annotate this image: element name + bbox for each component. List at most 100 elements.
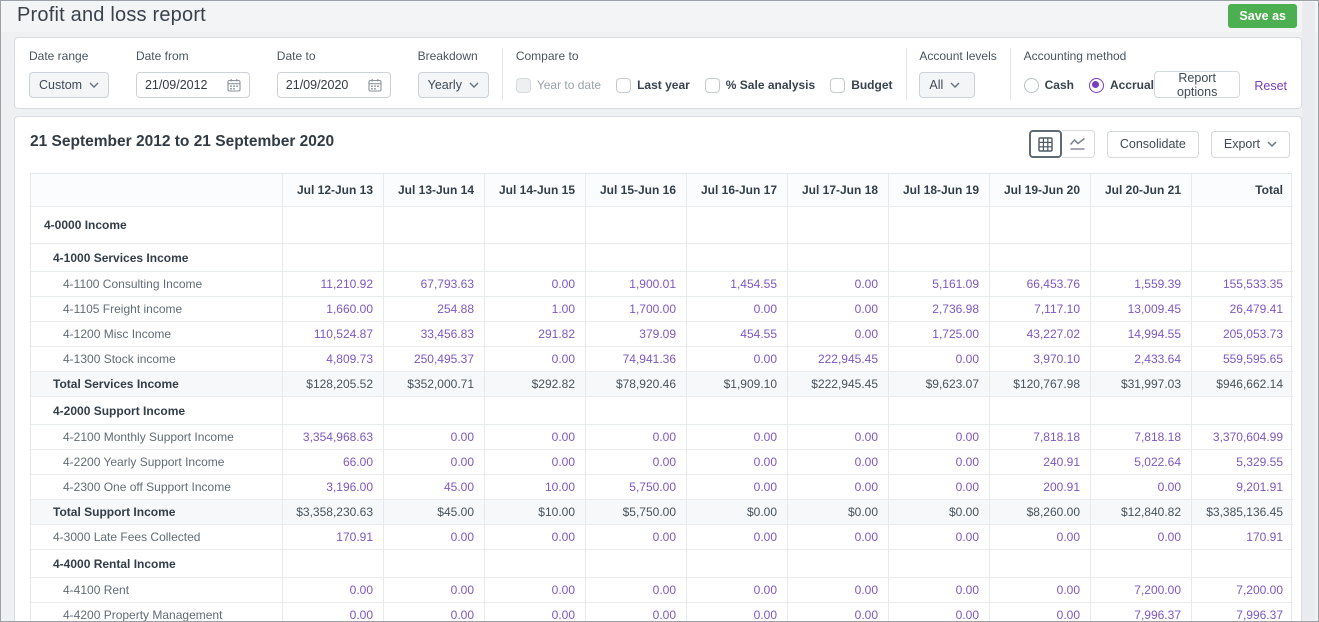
cell-value[interactable]: 170.91 (1192, 525, 1293, 550)
cell-value[interactable]: 0.00 (687, 450, 788, 475)
cell-value[interactable]: 67,793.63 (384, 272, 485, 297)
cell-value[interactable]: 0.00 (586, 578, 687, 603)
cell-value[interactable]: 5,329.55 (1192, 450, 1293, 475)
cell-value[interactable]: 5,750.00 (586, 475, 687, 500)
cell-value[interactable]: 379.09 (586, 322, 687, 347)
cell-value[interactable]: 0.00 (586, 450, 687, 475)
account-levels-select[interactable]: All (919, 72, 976, 98)
cell-value[interactable]: 0.00 (788, 322, 889, 347)
cell-value[interactable]: 13,009.45 (1091, 297, 1192, 322)
checkbox-sale-analysis[interactable]: % Sale analysis (704, 77, 815, 93)
cell-value[interactable]: 291.82 (485, 322, 586, 347)
cell-value[interactable]: 7,818.18 (990, 425, 1091, 450)
cell-value[interactable]: 0.00 (889, 425, 990, 450)
date-range-select[interactable]: Custom (29, 72, 110, 98)
cell-value[interactable]: 66,453.76 (990, 272, 1091, 297)
cell-value[interactable]: 0.00 (788, 475, 889, 500)
cell-value[interactable]: 0.00 (990, 578, 1091, 603)
cell-value[interactable]: 0.00 (889, 525, 990, 550)
cell-value[interactable]: 7,200.00 (1192, 578, 1293, 603)
cell-value[interactable]: 1,559.39 (1091, 272, 1192, 297)
cell-value[interactable]: 0.00 (788, 272, 889, 297)
cell-value[interactable]: 240.91 (990, 450, 1091, 475)
cell-value[interactable]: 66.00 (283, 450, 384, 475)
checkbox-budget[interactable]: Budget (830, 77, 893, 93)
cell-value[interactable]: 7,818.18 (1091, 425, 1192, 450)
cell-value[interactable]: 0.00 (283, 603, 384, 621)
cell-value[interactable]: 200.91 (990, 475, 1091, 500)
cell-value[interactable]: 0.00 (889, 475, 990, 500)
cell-value[interactable]: 1.00 (485, 297, 586, 322)
cell-value[interactable]: 0.00 (485, 272, 586, 297)
cell-value[interactable]: 0.00 (788, 450, 889, 475)
cell-value[interactable]: 0.00 (1091, 475, 1192, 500)
cell-value[interactable]: 559,595.65 (1192, 347, 1293, 372)
cell-value[interactable]: 0.00 (788, 525, 889, 550)
cell-value[interactable]: 1,660.00 (283, 297, 384, 322)
cell-value[interactable]: 0.00 (384, 425, 485, 450)
cell-value[interactable]: 2,433.64 (1091, 347, 1192, 372)
cell-value[interactable]: 0.00 (990, 603, 1091, 621)
reset-link[interactable]: Reset (1254, 79, 1287, 98)
save-as-button[interactable]: Save as (1228, 4, 1297, 28)
date-from-input[interactable]: 21/09/2012 (135, 72, 250, 98)
cell-value[interactable]: 45.00 (384, 475, 485, 500)
cell-value[interactable]: 0.00 (687, 297, 788, 322)
cell-value[interactable]: 10.00 (485, 475, 586, 500)
cell-value[interactable]: 0.00 (788, 578, 889, 603)
cell-value[interactable]: 14,994.55 (1091, 322, 1192, 347)
cell-value[interactable]: 3,354,968.63 (283, 425, 384, 450)
cell-value[interactable]: 0.00 (485, 578, 586, 603)
cell-value[interactable]: 0.00 (586, 603, 687, 621)
cell-value[interactable]: 155,533.35 (1192, 272, 1293, 297)
calendar-icon[interactable] (368, 78, 382, 92)
cell-value[interactable]: 0.00 (687, 578, 788, 603)
cell-value[interactable]: 7,996.37 (1192, 603, 1293, 621)
cell-value[interactable]: 7,200.00 (1091, 578, 1192, 603)
cell-value[interactable]: 0.00 (384, 603, 485, 621)
cell-value[interactable]: 0.00 (283, 578, 384, 603)
cell-value[interactable]: 1,725.00 (889, 322, 990, 347)
cell-value[interactable]: 0.00 (485, 525, 586, 550)
cell-value[interactable]: 170.91 (283, 525, 384, 550)
cell-value[interactable]: 0.00 (586, 425, 687, 450)
cell-value[interactable]: 205,053.73 (1192, 322, 1293, 347)
cell-value[interactable]: 9,201.91 (1192, 475, 1293, 500)
cell-value[interactable]: 0.00 (788, 603, 889, 621)
cell-value[interactable]: 0.00 (687, 425, 788, 450)
cell-value[interactable]: 110,524.87 (283, 322, 384, 347)
checkbox-last-year[interactable]: Last year (616, 77, 690, 93)
calendar-icon[interactable] (227, 78, 241, 92)
export-button[interactable]: Export (1210, 130, 1290, 158)
cell-value[interactable]: 254.88 (384, 297, 485, 322)
cell-value[interactable]: 1,700.00 (586, 297, 687, 322)
cell-value[interactable]: 222,945.45 (788, 347, 889, 372)
cell-value[interactable]: 250,495.37 (384, 347, 485, 372)
cell-value[interactable]: 3,370,604.99 (1192, 425, 1293, 450)
cell-value[interactable]: 454.55 (687, 322, 788, 347)
cell-value[interactable]: 0.00 (586, 525, 687, 550)
breakdown-select[interactable]: Yearly (417, 72, 489, 98)
cell-value[interactable]: 3,196.00 (283, 475, 384, 500)
table-view-button[interactable] (1028, 130, 1062, 158)
radio-cash[interactable]: Cash (1023, 77, 1074, 93)
cell-value[interactable]: 0.00 (485, 450, 586, 475)
cell-value[interactable]: 5,161.09 (889, 272, 990, 297)
cell-value[interactable]: 0.00 (485, 603, 586, 621)
cell-value[interactable]: 0.00 (485, 425, 586, 450)
cell-value[interactable]: 0.00 (485, 347, 586, 372)
cell-value[interactable]: 1,900.01 (586, 272, 687, 297)
cell-value[interactable]: 0.00 (889, 450, 990, 475)
cell-value[interactable]: 0.00 (889, 347, 990, 372)
cell-value[interactable]: 11,210.92 (283, 272, 384, 297)
cell-value[interactable]: 5,022.64 (1091, 450, 1192, 475)
cell-value[interactable]: 0.00 (687, 347, 788, 372)
cell-value[interactable]: 0.00 (990, 525, 1091, 550)
cell-value[interactable]: 43,227.02 (990, 322, 1091, 347)
report-options-button[interactable]: Report options (1154, 71, 1241, 99)
cell-value[interactable]: 0.00 (788, 297, 889, 322)
cell-value[interactable]: 7,117.10 (990, 297, 1091, 322)
cell-value[interactable]: 26,479.41 (1192, 297, 1293, 322)
cell-value[interactable]: 0.00 (384, 450, 485, 475)
cell-value[interactable]: 0.00 (889, 578, 990, 603)
